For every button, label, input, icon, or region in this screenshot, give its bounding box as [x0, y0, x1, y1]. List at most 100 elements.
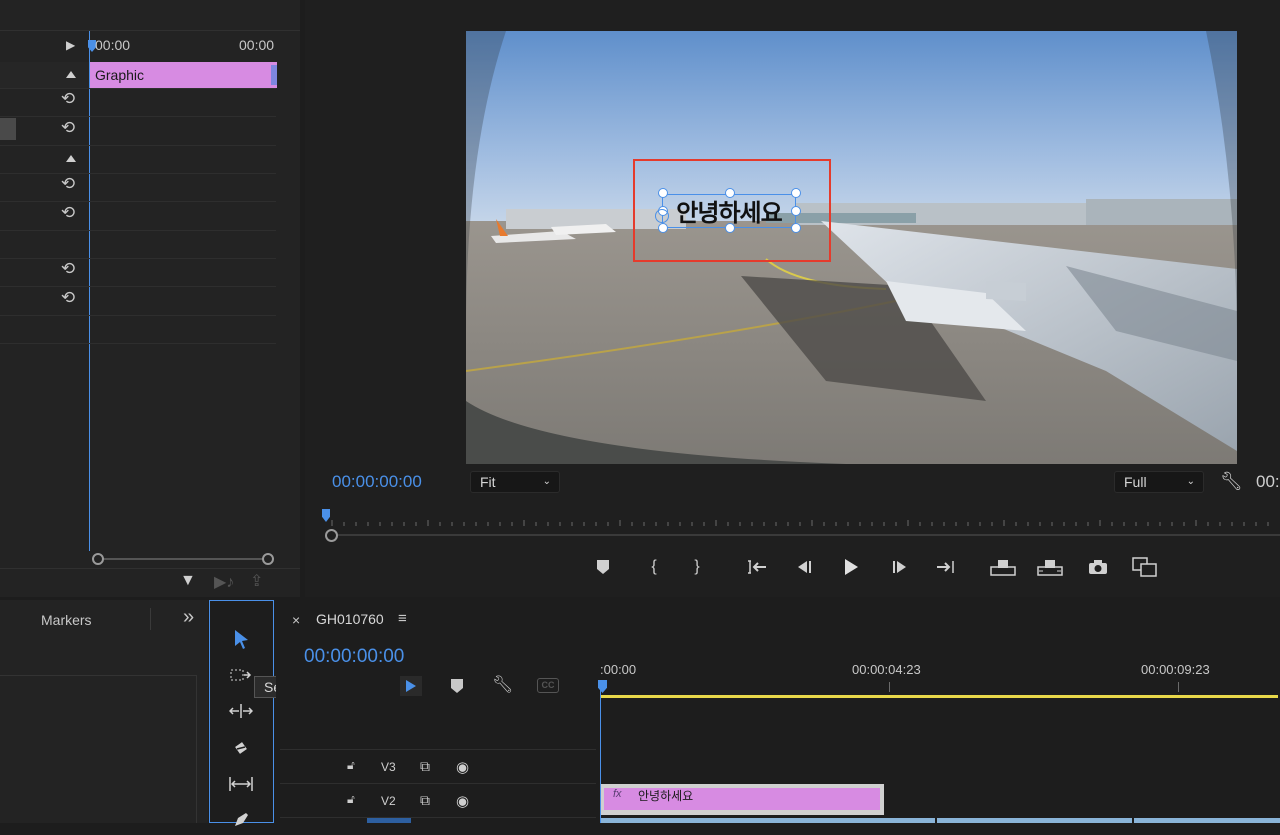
reset-icon[interactable]: ⟲ — [58, 204, 78, 222]
ruler-label: 00:00:09:23 — [1141, 662, 1210, 677]
reset-icon[interactable]: ⟲ — [58, 260, 78, 278]
track-output-icon[interactable]: ⧉ — [420, 792, 430, 809]
track-divider — [280, 749, 596, 750]
track-select-tool-icon[interactable] — [226, 660, 256, 690]
collapse-arrow-icon[interactable] — [66, 71, 76, 78]
ruler-tick — [889, 682, 890, 692]
step-back-icon[interactable] — [791, 554, 817, 580]
ruler-tick — [1178, 682, 1179, 692]
video-clip[interactable] — [1134, 818, 1280, 823]
add-marker-icon[interactable] — [450, 678, 464, 699]
snap-icon[interactable] — [400, 676, 422, 696]
fit-dropdown[interactable]: Fit ⌄ — [470, 471, 560, 493]
zoom-scrollbar-track[interactable] — [98, 558, 268, 560]
video-preview[interactable]: 안녕하세요 — [466, 31, 1237, 464]
video-clip[interactable] — [937, 818, 1132, 823]
row-divider — [0, 201, 276, 202]
graphic-clip-bar[interactable]: Graphic — [90, 62, 277, 88]
eye-icon[interactable]: ◉ — [456, 758, 469, 776]
program-duration: 00: — [1256, 472, 1280, 491]
mark-in-icon[interactable]: { — [641, 554, 667, 580]
row-divider — [0, 343, 276, 344]
track-lock-icon[interactable]: 🔓︎ — [347, 792, 355, 807]
sequence-tab[interactable]: GH010760 — [316, 611, 384, 627]
eye-icon[interactable]: ◉ — [456, 792, 469, 810]
export-frame-camera-icon[interactable] — [1085, 554, 1111, 580]
zoom-handle-right[interactable] — [262, 553, 274, 565]
audio-only-icon[interactable]: ▶♪ — [214, 572, 234, 592]
hamburger-menu-icon[interactable]: ≡ — [398, 610, 407, 627]
track-output-icon[interactable]: ⧉ — [420, 758, 430, 775]
ruler-label: 00:00:04:23 — [852, 662, 921, 677]
comparison-view-icon[interactable] — [1132, 554, 1158, 580]
reset-icon[interactable]: ⟲ — [58, 119, 78, 137]
row-divider — [0, 173, 276, 174]
transform-handle[interactable] — [725, 223, 735, 233]
zoom-scrollbar-track[interactable] — [330, 534, 1280, 536]
timeline-settings-wrench-icon[interactable]: 🔧︎ — [492, 675, 514, 695]
row-divider — [0, 88, 276, 89]
header-divider — [0, 30, 300, 31]
clip-end-handle[interactable] — [271, 65, 277, 85]
transform-handle[interactable] — [791, 223, 801, 233]
collapse-arrow-icon[interactable] — [66, 155, 76, 162]
transform-handle[interactable] — [791, 188, 801, 198]
program-timecode[interactable]: 00:00:00:00 — [332, 472, 422, 492]
row-divider — [0, 230, 276, 231]
anchor-point-icon[interactable] — [655, 209, 669, 223]
expand-arrow-icon[interactable]: ▶ — [66, 38, 75, 52]
ruler-ticks — [331, 520, 1269, 526]
reset-icon[interactable]: ⟲ — [58, 289, 78, 307]
transform-handle[interactable] — [658, 223, 668, 233]
track-lock-icon[interactable]: 🔓︎ — [347, 758, 355, 773]
captions-icon[interactable]: CC — [537, 678, 559, 693]
panel-overflow-icon[interactable]: » — [183, 606, 194, 629]
markers-list — [0, 675, 197, 823]
work-area-bar[interactable] — [600, 695, 1278, 698]
lift-icon[interactable] — [990, 554, 1016, 580]
zoom-handle-left[interactable] — [92, 553, 104, 565]
footer-divider — [0, 568, 300, 569]
extract-icon[interactable] — [1037, 554, 1063, 580]
track-divider — [280, 817, 596, 818]
slip-tool-icon[interactable] — [226, 769, 256, 799]
add-marker-icon[interactable] — [590, 554, 616, 580]
pen-tool-icon[interactable] — [226, 805, 256, 835]
step-forward-icon[interactable] — [887, 554, 913, 580]
timeline-timecode[interactable]: 00:00:00:00 — [304, 646, 404, 668]
row-divider — [0, 315, 276, 316]
track-divider — [280, 783, 596, 784]
ec-timecode-end: 00:00 — [239, 37, 275, 53]
playhead-line — [89, 31, 90, 551]
go-to-in-icon[interactable] — [745, 554, 771, 580]
reset-icon[interactable]: ⟲ — [58, 175, 78, 193]
video-clip[interactable] — [601, 818, 935, 823]
play-icon[interactable] — [838, 554, 864, 580]
title-clip[interactable]: fx 안녕하세요 — [601, 784, 884, 815]
tab-divider — [150, 608, 151, 630]
razor-tool-icon[interactable] — [226, 733, 256, 763]
track-name: V3 — [381, 760, 396, 774]
transform-handle[interactable] — [725, 188, 735, 198]
filter-icon[interactable]: ▼ — [180, 572, 196, 590]
program-time-ruler[interactable] — [322, 514, 1280, 528]
fit-dropdown-label: Fit — [480, 474, 496, 490]
row-divider — [0, 116, 276, 117]
fx-badge[interactable]: fx — [613, 788, 622, 800]
selection-tool-icon[interactable] — [226, 624, 256, 654]
transform-handle[interactable] — [791, 206, 801, 216]
markers-tab[interactable]: Markers — [41, 612, 92, 628]
zoom-handle-left[interactable] — [325, 529, 338, 542]
graphic-clip-label: Graphic — [95, 67, 145, 83]
reset-icon[interactable]: ⟲ — [58, 90, 78, 108]
close-sequence-icon[interactable]: × — [292, 612, 300, 628]
transform-handle[interactable] — [658, 188, 668, 198]
v1-target-indicator[interactable] — [367, 818, 411, 823]
mark-out-icon[interactable]: } — [684, 554, 710, 580]
go-to-out-icon[interactable] — [932, 554, 958, 580]
quality-dropdown[interactable]: Full ⌄ — [1114, 471, 1204, 493]
property-value-box[interactable] — [0, 118, 16, 140]
export-icon[interactable]: ⇪ — [250, 571, 263, 591]
wrench-settings-icon[interactable]: 🔧︎ — [1220, 471, 1243, 492]
ripple-edit-tool-icon[interactable] — [226, 696, 256, 726]
